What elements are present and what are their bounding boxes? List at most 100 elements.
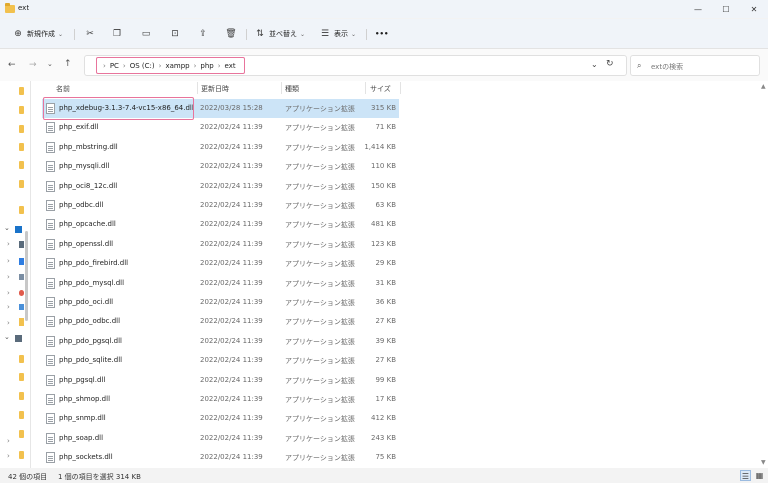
- expand-chevron-icon[interactable]: ›: [7, 452, 10, 460]
- dll-file-icon: [46, 161, 55, 173]
- column-separator[interactable]: [197, 82, 198, 94]
- dll-file-icon: [46, 238, 55, 250]
- expand-chevron-icon[interactable]: ›: [7, 240, 10, 248]
- search-icon: ⌕: [637, 61, 642, 70]
- recent-chevron-icon[interactable]: ⌄: [47, 60, 53, 68]
- expand-chevron-icon[interactable]: ›: [7, 257, 10, 265]
- copy-button[interactable]: ❐: [111, 26, 123, 42]
- paste-button[interactable]: ▭: [140, 26, 152, 42]
- scroll-up-arrow-icon[interactable]: ▲: [761, 83, 766, 90]
- cut-button[interactable]: ✂: [84, 26, 96, 42]
- file-row[interactable]: php_shmop.dll 2022/02/24 11:39 アプリケーション拡張 1…: [42, 390, 399, 409]
- folder-icon: [19, 355, 24, 363]
- rename-button[interactable]: ⊡: [169, 26, 181, 42]
- view-button[interactable]: ☰ 表示 ⌄: [319, 26, 356, 42]
- dll-file-icon: [46, 258, 55, 270]
- breadcrumb-drive[interactable]: OS (C:): [130, 62, 155, 70]
- file-row[interactable]: php_odbc.dll 2022/02/24 11:39 アプリケーション拡張 63…: [42, 196, 399, 215]
- refresh-icon[interactable]: ↻: [606, 59, 614, 69]
- breadcrumb-pc[interactable]: PC: [110, 62, 119, 70]
- breadcrumb[interactable]: › PC › OS (C:) › xampp › php › ext: [96, 57, 245, 74]
- file-size: 71 KB: [375, 123, 396, 132]
- file-row[interactable]: php_exif.dll 2022/02/24 11:39 アプリケーション拡張 71…: [42, 118, 399, 137]
- file-row[interactable]: php_mysqli.dll 2022/02/24 11:39 アプリケーション拡張…: [42, 157, 399, 176]
- file-size: 31 KB: [375, 278, 396, 287]
- expand-chevron-icon[interactable]: ›: [7, 303, 10, 311]
- file-row[interactable]: php_pdo_oci.dll 2022/02/24 11:39 アプリケーション拡…: [42, 293, 399, 312]
- file-row[interactable]: php_pgsql.dll 2022/02/24 11:39 アプリケーション拡張 9…: [42, 371, 399, 390]
- dll-file-icon: [46, 122, 55, 134]
- file-type: アプリケーション拡張: [285, 105, 355, 113]
- column-header-date[interactable]: 更新日時: [201, 84, 229, 94]
- tiles-view-button[interactable]: ▦: [754, 470, 765, 481]
- column-separator[interactable]: [400, 82, 401, 94]
- file-row[interactable]: php_pdo_sqlite.dll 2022/02/24 11:39 アプリケーシ…: [42, 351, 399, 370]
- file-row[interactable]: php_opcache.dll 2022/02/24 11:39 アプリケーション拡…: [42, 215, 399, 234]
- file-row[interactable]: php_oci8_12c.dll 2022/02/24 11:39 アプリケーション…: [42, 177, 399, 196]
- minimize-button[interactable]: —: [684, 0, 712, 18]
- file-row[interactable]: php_pdo_mysql.dll 2022/02/24 11:39 アプリケーショ…: [42, 274, 399, 293]
- expand-chevron-icon[interactable]: ›: [7, 319, 10, 327]
- expand-chevron-icon[interactable]: ›: [7, 273, 10, 281]
- item-count: 42 個の項目: [8, 473, 48, 481]
- file-row[interactable]: php_mbstring.dll 2022/02/24 11:39 アプリケーション…: [42, 138, 399, 157]
- file-row[interactable]: php_pdo_pgsql.dll 2022/02/24 11:39 アプリケーショ…: [42, 332, 399, 351]
- file-size: 27 KB: [375, 356, 396, 365]
- file-date: 2022/02/24 11:39: [200, 142, 263, 151]
- search-input[interactable]: ⌕ extの検索: [630, 55, 760, 76]
- forward-arrow-icon[interactable]: →: [29, 60, 37, 70]
- file-name: php_shmop.dll: [59, 395, 111, 403]
- status-bar: 42 個の項目 1 個の項目を選択 314 KB ☰ ▦: [0, 468, 768, 483]
- nav-pane-scrollbar[interactable]: [25, 231, 28, 321]
- breadcrumb-xampp[interactable]: xampp: [165, 62, 189, 70]
- file-type: アプリケーション拡張: [285, 299, 355, 307]
- file-row[interactable]: php_pdo_odbc.dll 2022/02/24 11:39 アプリケーション…: [42, 312, 399, 331]
- dll-file-icon: [46, 355, 55, 367]
- dll-file-icon: [46, 219, 55, 231]
- close-button[interactable]: ✕: [740, 0, 768, 18]
- expand-chevron-icon[interactable]: ›: [7, 289, 10, 297]
- expand-chevron-icon[interactable]: ⌄: [4, 224, 10, 232]
- pane-divider[interactable]: [30, 81, 31, 468]
- file-date: 2022/02/24 11:39: [200, 375, 263, 384]
- column-header-name[interactable]: 名前: [56, 84, 70, 94]
- sort-button[interactable]: ⇅ 並べ替え ⌄: [254, 26, 305, 42]
- file-row[interactable]: php_snmp.dll 2022/02/24 11:39 アプリケーション拡張 41…: [42, 409, 399, 428]
- file-row[interactable]: php_pdo_firebird.dll 2022/02/24 11:39 アプリケ…: [42, 254, 399, 273]
- file-row[interactable]: php_openssl.dll 2022/02/24 11:39 アプリケーション拡…: [42, 235, 399, 254]
- downloads-icon: [19, 258, 24, 265]
- folder-icon: [19, 143, 24, 151]
- file-list-scrollbar[interactable]: ▲ ▼: [760, 81, 768, 468]
- delete-button[interactable]: 🗑: [225, 26, 237, 42]
- file-row[interactable]: php_soap.dll 2022/02/24 11:39 アプリケーション拡張 24…: [42, 429, 399, 448]
- details-view-button[interactable]: ☰: [740, 470, 751, 481]
- expand-chevron-icon[interactable]: ›: [7, 437, 10, 445]
- maximize-button[interactable]: ☐: [712, 0, 740, 18]
- breadcrumb-ext[interactable]: ext: [225, 62, 236, 70]
- share-button[interactable]: ⇪: [197, 26, 209, 42]
- file-name: php_mysqli.dll: [59, 162, 110, 171]
- column-header-size[interactable]: サイズ: [370, 84, 391, 94]
- file-size: 99 KB: [375, 375, 396, 384]
- new-button[interactable]: ⊕ 新規作成 ⌄: [12, 26, 63, 42]
- file-size: 36 KB: [375, 298, 396, 306]
- file-size: 412 KB: [371, 414, 396, 423]
- folder-icon: [19, 451, 24, 459]
- column-separator[interactable]: [365, 82, 366, 94]
- column-separator[interactable]: [281, 82, 282, 94]
- address-history-chevron-icon[interactable]: ⌄: [591, 60, 598, 69]
- up-arrow-icon[interactable]: ↑: [64, 59, 72, 69]
- file-name: php_pdo_odbc.dll: [59, 317, 121, 326]
- file-row[interactable]: php_sockets.dll 2022/02/24 11:39 アプリケーション拡…: [42, 448, 399, 467]
- expand-chevron-icon[interactable]: ⌄: [4, 333, 10, 341]
- back-arrow-icon[interactable]: ←: [8, 60, 16, 70]
- breadcrumb-php[interactable]: php: [200, 62, 213, 70]
- scroll-down-arrow-icon[interactable]: ▼: [761, 459, 766, 466]
- chevron-down-icon: ⌄: [58, 30, 64, 38]
- column-header-type[interactable]: 種類: [285, 84, 299, 94]
- file-type: アプリケーション拡張: [285, 434, 355, 443]
- file-name: php_mbstring.dll: [59, 142, 118, 151]
- more-options-button[interactable]: •••: [375, 26, 388, 42]
- folder-icon: [19, 411, 24, 419]
- file-date: 2022/02/24 11:39: [200, 433, 263, 442]
